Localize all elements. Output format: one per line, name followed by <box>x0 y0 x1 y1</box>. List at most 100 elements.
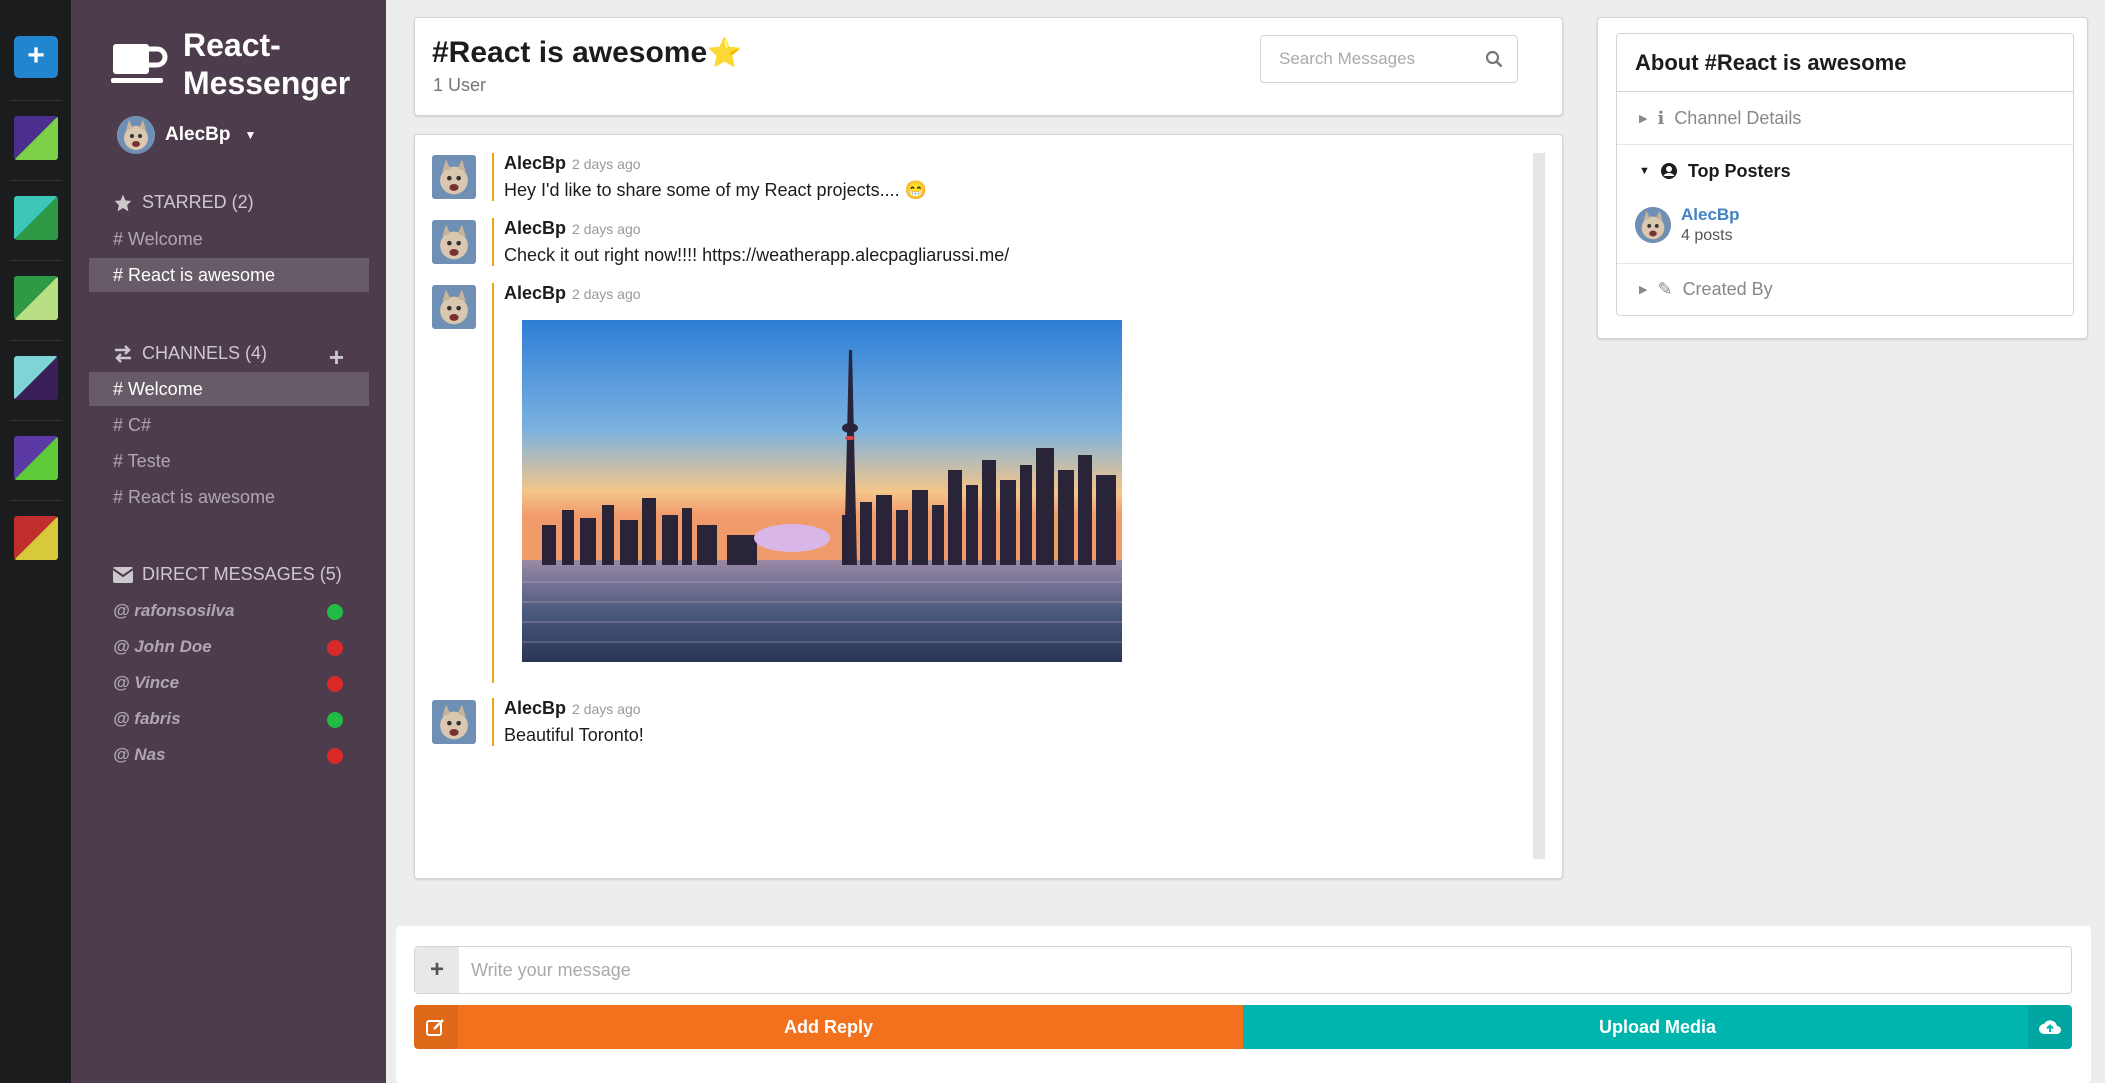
offline-status-icon <box>327 676 343 692</box>
info-icon: i <box>1657 107 1665 129</box>
starred-item[interactable]: # React is awesome <box>89 258 369 292</box>
message-time: 2 days ago <box>572 701 641 717</box>
mail-icon <box>113 566 133 583</box>
message-input[interactable] <box>471 947 2051 993</box>
add-color-button[interactable]: + <box>14 36 58 78</box>
offline-status-icon <box>327 748 343 764</box>
channel-item[interactable]: # Welcome <box>89 372 369 406</box>
search-input[interactable] <box>1261 36 1481 82</box>
meta-panel: About #React is awesome ▶ i Channel Deta… <box>1597 17 2088 339</box>
app-title: React- Messenger <box>183 26 350 102</box>
color-swatch[interactable] <box>14 356 58 400</box>
color-panel: + <box>0 0 71 1083</box>
dm-name: @ fabris <box>113 709 181 728</box>
dm-name: @ rafonsosilva <box>113 601 235 620</box>
user-dropdown[interactable]: AlecBp ▼ <box>117 116 256 154</box>
avatar <box>432 155 476 199</box>
edit-icon <box>414 1005 458 1049</box>
divider <box>10 100 62 101</box>
channel-item[interactable]: # Teste <box>89 444 369 478</box>
channel-item[interactable]: # C# <box>89 408 369 442</box>
message-time: 2 days ago <box>572 286 641 302</box>
avatar <box>1635 207 1671 243</box>
message-time: 2 days ago <box>572 156 641 172</box>
pencil-icon: ✎ <box>1657 279 1673 299</box>
channel-item[interactable]: # React is awesome <box>89 480 369 514</box>
top-posters-label: Top Posters <box>1687 160 1791 181</box>
divider <box>10 260 62 261</box>
color-swatch[interactable] <box>14 516 58 560</box>
avatar <box>432 220 476 264</box>
direct-messages-label: DIRECT MESSAGES (5) <box>142 564 342 584</box>
meta-title: About #React is awesome <box>1617 34 2073 92</box>
message-author[interactable]: AlecBp <box>504 283 566 303</box>
offline-status-icon <box>327 640 343 656</box>
dm-item[interactable]: @ Nas <box>89 738 369 772</box>
starred-item[interactable]: # Welcome <box>89 222 369 256</box>
side-panel: React- Messenger AlecBp ▼ STARRED (2) # … <box>71 0 386 1083</box>
messages-header: #React is awesome⭐ 1 User <box>414 17 1563 116</box>
online-status-icon <box>327 712 343 728</box>
app-header: React- Messenger <box>111 26 350 102</box>
caret-down-icon: ▼ <box>244 128 257 142</box>
search-box <box>1260 35 1518 83</box>
dm-item[interactable]: @ Vince <box>89 666 369 700</box>
upload-media-button[interactable]: Upload Media <box>1243 1005 2072 1049</box>
add-icon[interactable]: + <box>415 947 459 993</box>
user-count: 1 User <box>433 75 487 95</box>
message-body: AlecBp 2 days ago <box>492 283 1122 683</box>
color-swatch[interactable] <box>14 196 58 240</box>
user-name: AlecBp <box>165 124 231 145</box>
message-form: + Add Reply Upload Media <box>396 926 2091 1083</box>
upload-media-label: Upload Media <box>1598 1016 1716 1037</box>
starred-header: STARRED (2) <box>113 192 254 213</box>
meta-inner: About #React is awesome ▶ i Channel Deta… <box>1616 33 2074 316</box>
message-text: Beautiful Toronto! <box>504 725 644 745</box>
avatar <box>432 285 476 329</box>
message-author[interactable]: AlecBp <box>504 218 566 238</box>
divider <box>10 500 62 501</box>
add-reply-button[interactable]: Add Reply <box>414 1005 1243 1049</box>
poster-name[interactable]: AlecBp <box>1681 205 1740 225</box>
created-by-label: Created By <box>1682 279 1773 299</box>
starred-label: STARRED (2) <box>142 192 254 212</box>
message-body: AlecBp 2 days ago Hey I'd like to share s… <box>492 153 927 201</box>
add-channel-icon[interactable]: + <box>329 342 344 373</box>
channels-label: CHANNELS (4) <box>142 343 268 363</box>
star-channel-icon[interactable]: ⭐ <box>707 37 742 68</box>
dm-item[interactable]: @ fabris <box>89 702 369 736</box>
channel-name: #React is awesome <box>432 36 708 69</box>
star-icon <box>114 194 132 211</box>
message-body: AlecBp 2 days ago Beautiful Toronto! <box>492 698 644 746</box>
top-posters-head[interactable]: ▼ Top Posters <box>1617 145 2073 197</box>
online-status-icon <box>327 604 343 620</box>
color-swatch[interactable] <box>14 116 58 160</box>
toronto-skyline-image[interactable] <box>522 320 1122 662</box>
scrollbar[interactable] <box>1533 153 1545 859</box>
color-swatch[interactable] <box>14 436 58 480</box>
message-text: Check it out right now!!!! https://weath… <box>504 245 1010 265</box>
search-icon[interactable] <box>1485 50 1503 68</box>
dm-name: @ Vince <box>113 673 180 692</box>
dm-name: @ John Doe <box>113 637 212 656</box>
messages-feed: AlecBp 2 days ago Hey I'd like to share s… <box>414 134 1563 879</box>
exchange-icon <box>115 344 131 363</box>
color-swatch[interactable] <box>14 276 58 320</box>
channel-title: #React is awesome⭐ <box>432 36 742 70</box>
accordion-channel-details[interactable]: ▶ i Channel Details <box>1617 92 2073 144</box>
message-author[interactable]: AlecBp <box>504 153 566 173</box>
accordion-top-posters: ▼ Top Posters AlecBp 4 posts <box>1617 144 2073 263</box>
caret-right-icon: ▶ <box>1639 112 1648 125</box>
app-title-line2: Messenger <box>183 65 351 101</box>
dm-item[interactable]: @ John Doe <box>89 630 369 664</box>
poster-count: 4 posts <box>1681 227 1733 244</box>
caret-right-icon: ▶ <box>1639 284 1648 296</box>
accordion-created-by[interactable]: ▶ ✎ Created By <box>1617 263 2073 315</box>
message-input-wrap: + <box>414 946 2072 994</box>
message-author[interactable]: AlecBp <box>504 698 566 718</box>
caret-down-icon: ▼ <box>1639 165 1650 177</box>
cloud-upload-icon <box>2028 1005 2072 1049</box>
dm-name: @ Nas <box>113 745 166 764</box>
divider <box>10 180 62 181</box>
dm-item[interactable]: @ rafonsosilva <box>89 594 369 628</box>
